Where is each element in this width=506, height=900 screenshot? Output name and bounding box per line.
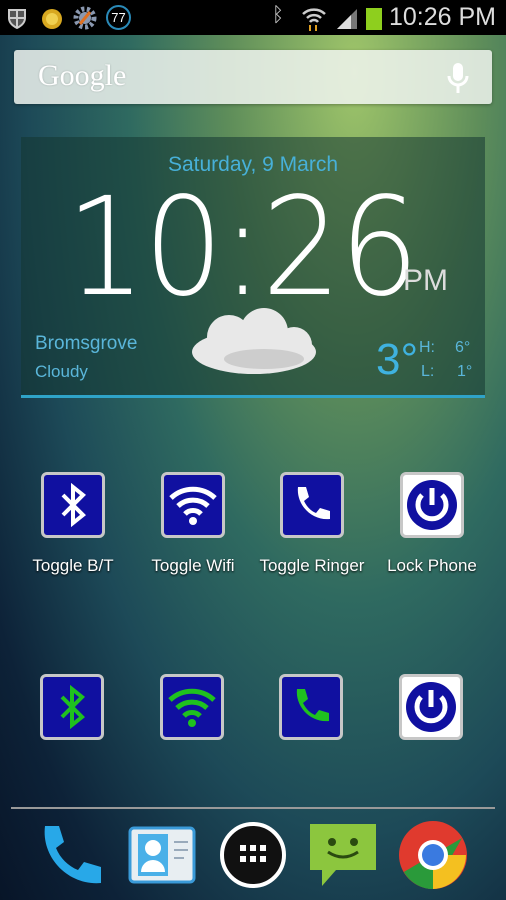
bluetooth-shortcut[interactable]: [40, 674, 104, 740]
bluetooth-icon: ᛒ: [272, 4, 284, 26]
google-search-bar[interactable]: Google: [14, 50, 492, 104]
lock-phone-shortcut[interactable]: [400, 472, 464, 538]
phone-icon: [44, 826, 101, 884]
status-bar[interactable]: 77 ᛒ 10:26 PM: [0, 0, 506, 35]
high-temp: 6°: [455, 339, 471, 356]
status-clock: 10:26 PM: [388, 3, 496, 31]
toggle-wifi-shortcut[interactable]: [161, 472, 225, 538]
weather-condition: Cloudy: [35, 362, 88, 381]
bluetooth-icon: [60, 685, 85, 729]
bluetooth-icon: [61, 483, 86, 527]
widget-ampm: PM: [403, 264, 448, 297]
shortcut-label: Toggle Wifi: [151, 556, 235, 575]
weather-city: Bromsgrove: [35, 333, 138, 354]
battery-icon: [366, 5, 382, 30]
toggle-ringer-shortcut[interactable]: [280, 472, 344, 538]
power-icon: [407, 480, 457, 530]
dock-messaging[interactable]: [308, 820, 378, 890]
high-label: H:: [419, 339, 435, 356]
signal-icon: [337, 9, 357, 29]
dock-contacts[interactable]: [127, 820, 197, 890]
low-temp: 1°: [457, 363, 473, 380]
contacts-icon: [128, 826, 196, 884]
phone-icon: [297, 487, 330, 520]
shortcut-label: Lock Phone: [387, 556, 477, 575]
low-label: L:: [421, 363, 435, 380]
chrome-icon: [399, 821, 467, 889]
cloud-icon: [192, 308, 316, 374]
shortcut-label: Toggle Ringer: [259, 556, 365, 575]
google-logo: Google: [38, 59, 127, 92]
dock-chrome[interactable]: [398, 820, 468, 890]
dock-divider: [11, 807, 495, 809]
toggle-bluetooth-shortcut[interactable]: [41, 472, 105, 538]
counter-badge-icon: 77: [106, 5, 131, 30]
lock-shortcut[interactable]: [399, 674, 463, 740]
power-icon: [406, 682, 456, 732]
phone-icon: [296, 689, 329, 722]
sun-icon: [42, 9, 62, 29]
wifi-shortcut[interactable]: [160, 674, 224, 740]
shortcut-label: Toggle B/T: [32, 556, 114, 575]
clock-weather-widget[interactable]: Saturday, 9 March 10:26 PM Bromsgrove Cl…: [21, 137, 485, 398]
wifi-icon: [169, 486, 217, 525]
ringer-shortcut[interactable]: [279, 674, 343, 740]
dock-phone[interactable]: [37, 820, 107, 890]
messaging-icon: [310, 824, 376, 886]
settings-gear-icon: [73, 6, 97, 30]
microphone-icon[interactable]: [446, 62, 470, 94]
wifi-icon: [168, 688, 216, 727]
wifi-icon: [302, 8, 326, 31]
app-drawer-icon: [220, 822, 286, 888]
shield-icon: [8, 9, 26, 29]
weather-temp: 3°: [376, 335, 419, 384]
widget-time: 10:26: [66, 169, 419, 327]
dock-app-drawer[interactable]: [218, 820, 288, 890]
